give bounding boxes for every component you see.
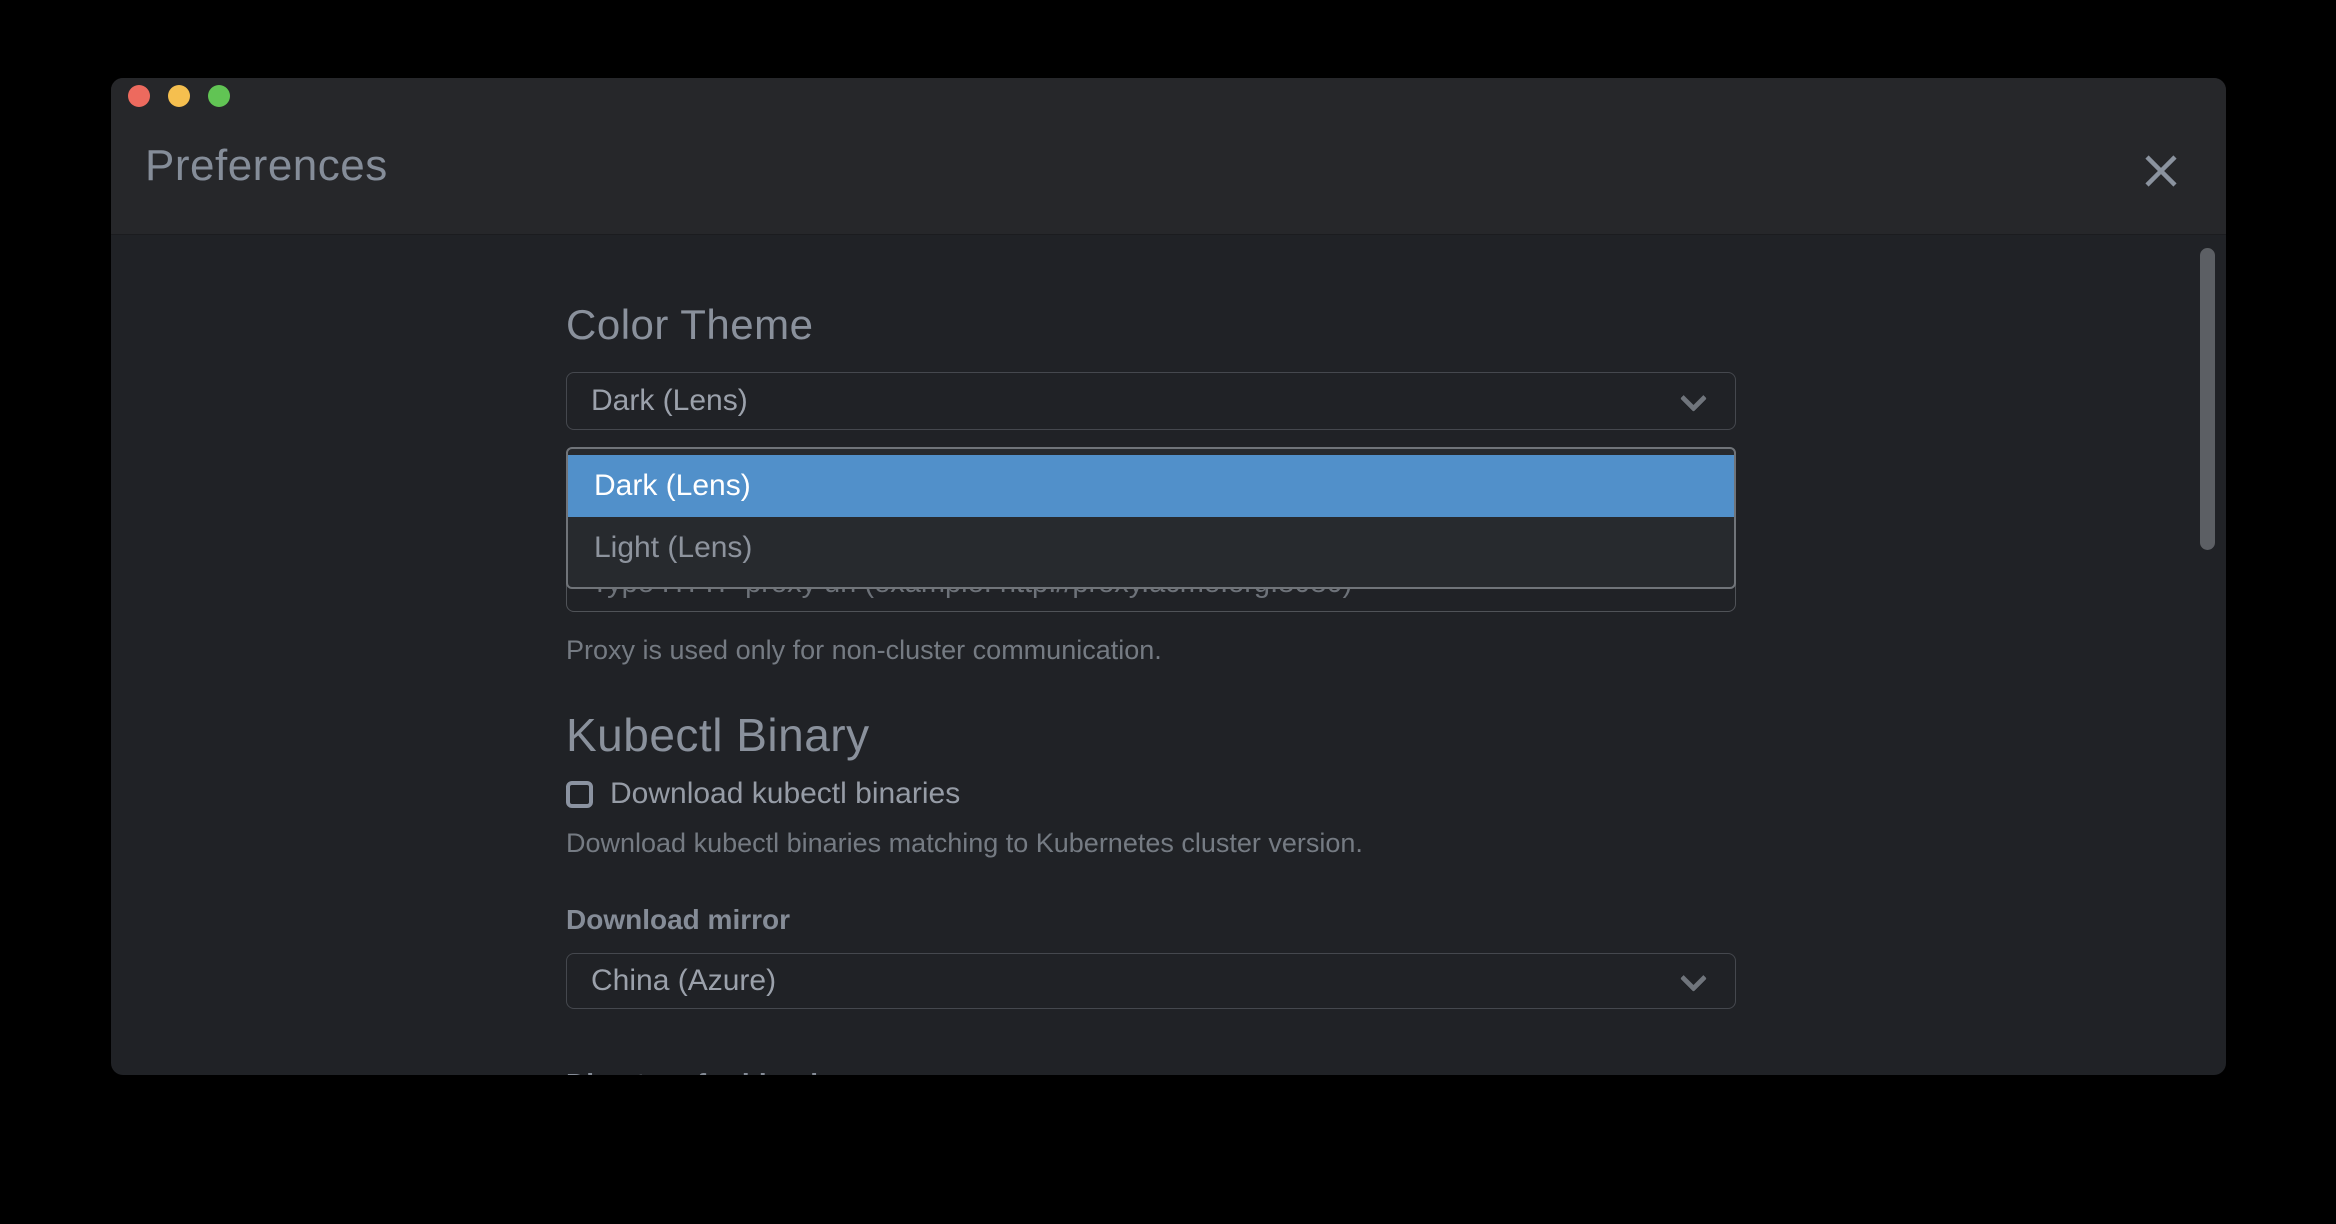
kubectl-binary-heading: Kubectl Binary: [566, 708, 1736, 762]
close-icon: [2140, 150, 2182, 195]
directory-for-binaries-label: Directory for binaries: [566, 1067, 1736, 1075]
traffic-lights: [128, 85, 230, 107]
color-theme-heading: Color Theme: [566, 300, 1736, 350]
download-mirror-select[interactable]: China (Azure): [566, 953, 1736, 1009]
download-kubectl-checkbox[interactable]: [566, 781, 593, 808]
color-theme-select-value: Dark (Lens): [591, 384, 748, 418]
download-kubectl-hint: Download kubectl binaries matching to Ku…: [566, 827, 1736, 859]
chevron-down-icon: [1680, 385, 1707, 412]
preferences-window: Preferences Color Theme Dark (Lens) Dark…: [111, 78, 2226, 1075]
page-title: Preferences: [145, 140, 388, 192]
zoom-traffic-button[interactable]: [208, 85, 230, 107]
minimize-traffic-button[interactable]: [168, 85, 190, 107]
dropdown-option-dark[interactable]: Dark (Lens): [568, 455, 1734, 517]
close-button[interactable]: [2138, 149, 2184, 195]
download-kubectl-checkbox-label: Download kubectl binaries: [610, 776, 960, 812]
scrollbar-thumb[interactable]: [2200, 248, 2215, 550]
titlebar: Preferences: [111, 78, 2226, 235]
color-theme-dropdown: Dark (Lens) Light (Lens): [566, 447, 1736, 589]
download-kubectl-checkbox-row[interactable]: Download kubectl binaries: [566, 776, 1736, 812]
dropdown-option-light[interactable]: Light (Lens): [568, 517, 1734, 579]
download-mirror-label: Download mirror: [566, 903, 1736, 937]
color-theme-select[interactable]: Dark (Lens): [566, 372, 1736, 430]
download-mirror-select-value: China (Azure): [591, 964, 776, 998]
chevron-down-icon: [1680, 965, 1707, 992]
close-traffic-button[interactable]: [128, 85, 150, 107]
proxy-hint: Proxy is used only for non-cluster commu…: [566, 634, 1736, 666]
